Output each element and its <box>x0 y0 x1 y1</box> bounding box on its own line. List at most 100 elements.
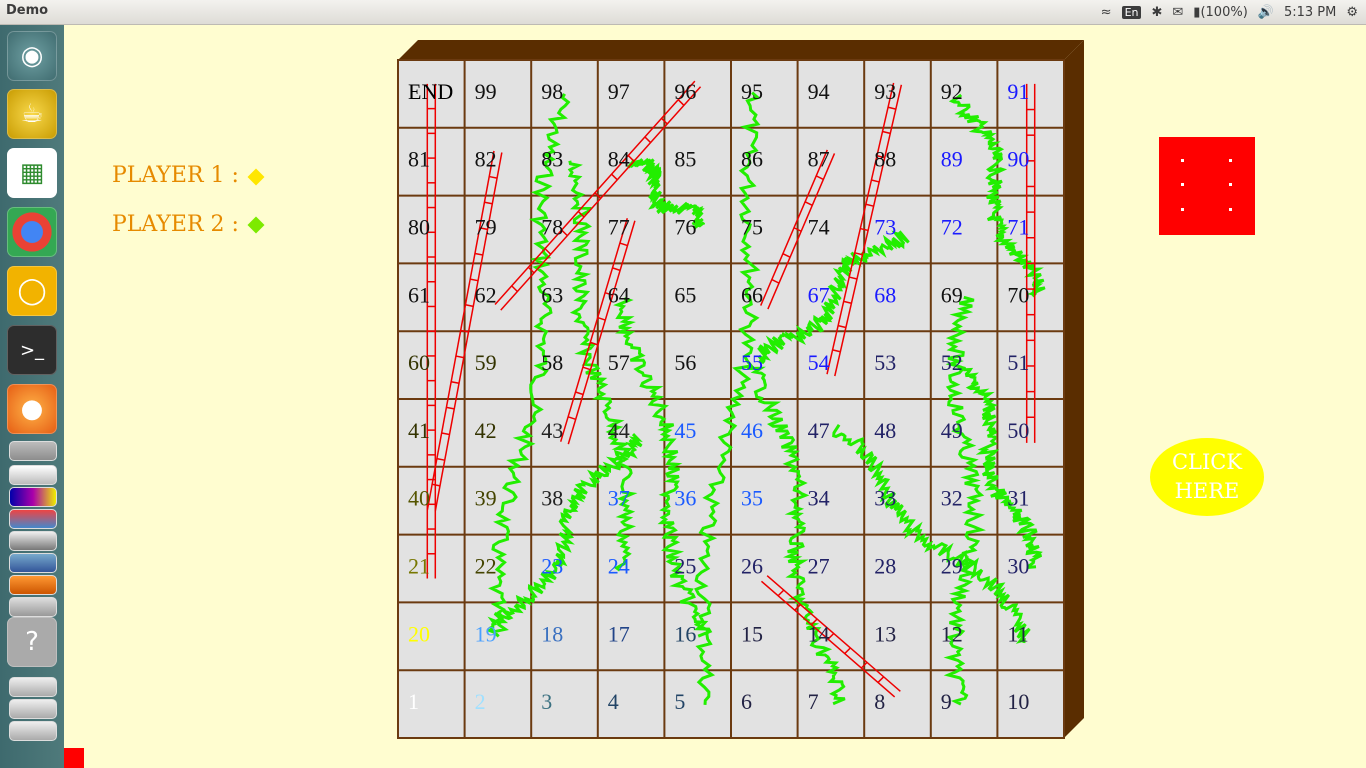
mail-icon[interactable]: ✉ <box>1172 5 1183 20</box>
cell-number-48: 48 <box>874 418 896 443</box>
color-app-icon[interactable] <box>9 487 57 507</box>
launcher: ◉ ☕ ▦ ◯ >_ ● ? <box>0 25 64 768</box>
dice[interactable] <box>1159 137 1255 235</box>
dice-pip <box>1181 159 1184 162</box>
cell-number-77: 77 <box>608 215 630 240</box>
cell-number-35: 35 <box>741 486 763 511</box>
cell-number-58: 58 <box>541 350 563 375</box>
cell-number-40: 40 <box>408 486 430 511</box>
cell-number-61: 61 <box>408 282 430 307</box>
cell-number-44: 44 <box>608 418 630 443</box>
clock[interactable]: 5:13 PM <box>1284 5 1336 20</box>
files-stack-icon[interactable] <box>9 441 57 461</box>
cell-number-20: 20 <box>408 621 430 646</box>
player-1-token <box>247 168 265 186</box>
cell-number-85: 85 <box>674 147 696 172</box>
drive-icon-2[interactable] <box>9 699 57 719</box>
archive-icon[interactable] <box>9 597 57 617</box>
software-center-icon[interactable] <box>9 575 57 595</box>
cell-number-72: 72 <box>941 215 963 240</box>
cell-number-68: 68 <box>874 282 896 307</box>
cell-number-32: 32 <box>941 486 963 511</box>
cell-number-21: 21 <box>408 554 430 579</box>
cell-number-76: 76 <box>674 215 696 240</box>
volume-icon[interactable]: 🔊 <box>1258 5 1274 20</box>
cell-number-29: 29 <box>941 554 963 579</box>
cell-number-16: 16 <box>674 621 696 646</box>
cell-number-99: 99 <box>475 79 497 104</box>
cell-number-28: 28 <box>874 554 896 579</box>
help-icon[interactable]: ? <box>7 617 57 667</box>
click-here-line1: CLICK <box>1171 450 1243 474</box>
battery-percent: (100%) <box>1200 4 1248 20</box>
text-editor-icon[interactable] <box>9 465 57 485</box>
cell-number-9: 9 <box>941 689 952 714</box>
cell-number-65: 65 <box>674 282 696 307</box>
cell-number-54: 54 <box>808 350 830 375</box>
teapot-icon[interactable]: ☕ <box>7 89 57 139</box>
spreadsheet-icon[interactable]: ▦ <box>7 148 57 198</box>
cell-number-57: 57 <box>608 350 630 375</box>
cell-number-79: 79 <box>475 215 497 240</box>
dice-pip <box>1181 183 1184 186</box>
click-here-button[interactable]: CLICK HERE <box>1150 438 1264 516</box>
lightbulb-icon[interactable]: ◯ <box>7 266 57 316</box>
cell-number-56: 56 <box>674 350 696 375</box>
cell-number-80: 80 <box>408 215 430 240</box>
chrome-icon[interactable] <box>7 207 57 257</box>
terminal-icon[interactable]: >_ <box>7 325 57 375</box>
cell-number-33: 33 <box>874 486 896 511</box>
battery-icon[interactable]: ▮(100%) <box>1193 5 1247 20</box>
cell-number-69: 69 <box>941 282 963 307</box>
cell-number-91: 91 <box>1007 79 1029 104</box>
cell-number-84: 84 <box>608 147 630 172</box>
cell-number-23: 23 <box>541 554 563 579</box>
cell-number-34: 34 <box>808 486 830 511</box>
cell-number-15: 15 <box>741 621 763 646</box>
ubuntu-dash-icon[interactable]: ◉ <box>7 31 57 81</box>
cell-number-63: 63 <box>541 282 563 307</box>
cell-number-46: 46 <box>741 418 763 443</box>
cell-number-53: 53 <box>874 350 896 375</box>
cell-number-10: 10 <box>1007 689 1029 714</box>
system-tray: ≈ En ✱ ✉ ▮(100%) 🔊 5:13 PM ⚙ <box>1101 0 1366 24</box>
cell-number-94: 94 <box>808 79 830 104</box>
red-marker <box>64 748 84 768</box>
cell-number-93: 93 <box>874 79 896 104</box>
cell-number-87: 87 <box>808 147 830 172</box>
firefox-icon[interactable]: ● <box>7 384 57 434</box>
dice-pip <box>1229 159 1232 162</box>
cell-number-59: 59 <box>475 350 497 375</box>
cell-number-96: 96 <box>674 79 696 104</box>
wifi-icon[interactable]: ≈ <box>1101 5 1112 20</box>
board-side-edge <box>1064 40 1084 738</box>
cell-number-81: 81 <box>408 147 430 172</box>
bluetooth-icon[interactable]: ✱ <box>1151 5 1162 20</box>
player-2-token <box>247 216 265 234</box>
cell-number-78: 78 <box>541 215 563 240</box>
cell-number-62: 62 <box>475 282 497 307</box>
camera-icon[interactable] <box>9 531 57 551</box>
keyboard-layout-indicator[interactable]: En <box>1121 5 1142 19</box>
cell-number-55: 55 <box>741 350 763 375</box>
trash-icon[interactable] <box>9 721 57 741</box>
cell-number-88: 88 <box>874 147 896 172</box>
cell-number-END: END <box>408 79 453 104</box>
cell-number-5: 5 <box>674 689 685 714</box>
cell-number-82: 82 <box>475 147 497 172</box>
cell-number-49: 49 <box>941 418 963 443</box>
dice-pip <box>1181 208 1184 211</box>
cell-number-30: 30 <box>1007 554 1029 579</box>
cell-number-39: 39 <box>475 486 497 511</box>
cell-number-38: 38 <box>541 486 563 511</box>
image-icon[interactable] <box>9 553 57 573</box>
cell-number-13: 13 <box>874 621 896 646</box>
cell-number-7: 7 <box>808 689 819 714</box>
gear-icon[interactable]: ⚙ <box>1346 5 1358 20</box>
lifebuoy-icon[interactable] <box>9 509 57 529</box>
cell-number-67: 67 <box>808 282 830 307</box>
cell-number-60: 60 <box>408 350 430 375</box>
cell-number-50: 50 <box>1007 418 1029 443</box>
drive-icon[interactable] <box>9 677 57 697</box>
cell-number-4: 4 <box>608 689 619 714</box>
